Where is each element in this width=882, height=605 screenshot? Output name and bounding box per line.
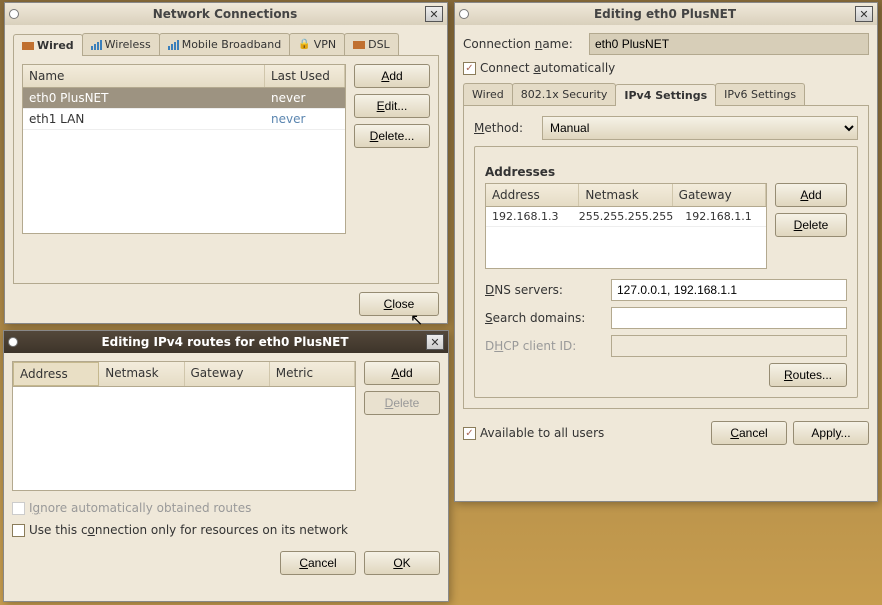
window-title: Editing eth0 PlusNET bbox=[475, 7, 855, 21]
add-route-button[interactable]: Add bbox=[364, 361, 440, 385]
col-address[interactable]: Address bbox=[13, 362, 99, 386]
cancel-button[interactable]: Cancel bbox=[280, 551, 356, 575]
window-network-connections: Network Connections ✕ Wired Wireless Mob… bbox=[4, 2, 448, 324]
dhcp-client-id-label: DHCP client ID: bbox=[485, 339, 603, 353]
col-gateway[interactable]: Gateway bbox=[673, 184, 766, 206]
col-name[interactable]: Name bbox=[23, 65, 265, 87]
tab-8021x[interactable]: 802.1x Security bbox=[512, 83, 617, 105]
col-gateway[interactable]: Gateway bbox=[185, 362, 270, 386]
col-last-used[interactable]: Last Used bbox=[265, 65, 345, 87]
edit-button[interactable]: Edit... bbox=[354, 94, 430, 118]
dns-label: DNS servers: bbox=[485, 283, 603, 297]
delete-route-button: Delete bbox=[364, 391, 440, 415]
connect-automatically-checkbox[interactable] bbox=[463, 62, 476, 75]
table-row[interactable]: eth0 PlusNET never bbox=[23, 88, 345, 109]
tab-wired-settings[interactable]: Wired bbox=[463, 83, 513, 105]
add-address-button[interactable]: Add bbox=[775, 183, 847, 207]
search-domains-label: Search domains: bbox=[485, 311, 603, 325]
connection-name-input[interactable] bbox=[589, 33, 869, 55]
col-address[interactable]: Address bbox=[486, 184, 579, 206]
close-icon[interactable]: ✕ bbox=[425, 6, 443, 22]
dsl-icon bbox=[353, 41, 365, 49]
settings-tabs: Wired 802.1x Security IPv4 Settings IPv6… bbox=[463, 83, 869, 106]
routes-button[interactable]: Routes... bbox=[769, 363, 847, 387]
dns-servers-input[interactable] bbox=[611, 279, 847, 301]
addresses-heading: Addresses bbox=[485, 165, 847, 179]
window-title: Editing IPv4 routes for eth0 PlusNET bbox=[24, 335, 426, 349]
apply-button[interactable]: Apply... bbox=[793, 421, 869, 445]
titlebar[interactable]: Editing IPv4 routes for eth0 PlusNET ✕ bbox=[4, 331, 448, 353]
col-netmask[interactable]: Netmask bbox=[99, 362, 184, 386]
connection-name-label: Connection name: bbox=[463, 37, 581, 51]
col-metric[interactable]: Metric bbox=[270, 362, 355, 386]
ignore-routes-label: Ignore automatically obtained routes bbox=[29, 501, 251, 515]
col-netmask[interactable]: Netmask bbox=[579, 184, 672, 206]
ok-button[interactable]: OK bbox=[364, 551, 440, 575]
window-ipv4-routes: Editing IPv4 routes for eth0 PlusNET ✕ A… bbox=[3, 330, 449, 602]
method-select[interactable]: Manual bbox=[542, 116, 858, 140]
window-menu-icon[interactable] bbox=[459, 9, 469, 19]
tab-wired[interactable]: Wired bbox=[13, 34, 83, 56]
delete-button[interactable]: Delete... bbox=[354, 124, 430, 148]
window-title: Network Connections bbox=[25, 7, 425, 21]
delete-address-button[interactable]: Delete bbox=[775, 213, 847, 237]
close-button[interactable]: Close bbox=[359, 292, 439, 316]
wireless-icon bbox=[91, 40, 102, 50]
add-button[interactable]: Add bbox=[354, 64, 430, 88]
tab-dsl[interactable]: DSL bbox=[344, 33, 399, 55]
table-row[interactable]: eth1 LAN never bbox=[23, 109, 345, 130]
addresses-table[interactable]: Address Netmask Gateway 192.168.1.3 255.… bbox=[485, 183, 767, 269]
only-resources-label: Use this connection only for resources o… bbox=[29, 523, 348, 537]
window-menu-icon[interactable] bbox=[8, 337, 18, 347]
method-label: Method: bbox=[474, 121, 534, 135]
close-icon[interactable]: ✕ bbox=[426, 334, 444, 350]
tab-wireless[interactable]: Wireless bbox=[82, 33, 160, 55]
tab-ipv4[interactable]: IPv4 Settings bbox=[615, 84, 716, 106]
cancel-button[interactable]: Cancel bbox=[711, 421, 787, 445]
connections-table[interactable]: Name Last Used eth0 PlusNET never eth1 L… bbox=[22, 64, 346, 234]
ignore-routes-checkbox bbox=[12, 502, 25, 515]
wired-icon bbox=[22, 42, 34, 50]
lock-icon: 🔒 bbox=[298, 39, 310, 50]
tab-vpn[interactable]: 🔒VPN bbox=[289, 33, 345, 55]
window-menu-icon[interactable] bbox=[9, 9, 19, 19]
close-icon[interactable]: ✕ bbox=[855, 6, 873, 22]
dhcp-client-id-input bbox=[611, 335, 847, 357]
available-all-users-label: Available to all users bbox=[480, 426, 604, 440]
table-row[interactable]: 192.168.1.3 255.255.255.255 192.168.1.1 bbox=[486, 207, 766, 227]
mobile-icon bbox=[168, 40, 179, 50]
connection-type-tabs: Wired Wireless Mobile Broadband 🔒VPN DSL bbox=[13, 33, 439, 56]
connect-automatically-label: Connect automatically bbox=[480, 61, 615, 75]
tab-mobile-broadband[interactable]: Mobile Broadband bbox=[159, 33, 291, 55]
only-resources-checkbox[interactable] bbox=[12, 524, 25, 537]
routes-table[interactable]: Address Netmask Gateway Metric bbox=[12, 361, 356, 491]
tab-ipv6[interactable]: IPv6 Settings bbox=[715, 83, 805, 105]
available-all-users-checkbox[interactable] bbox=[463, 427, 476, 440]
search-domains-input[interactable] bbox=[611, 307, 847, 329]
titlebar[interactable]: Network Connections ✕ bbox=[5, 3, 447, 25]
window-editing-connection: Editing eth0 PlusNET ✕ Connection name: … bbox=[454, 2, 878, 502]
titlebar[interactable]: Editing eth0 PlusNET ✕ bbox=[455, 3, 877, 25]
